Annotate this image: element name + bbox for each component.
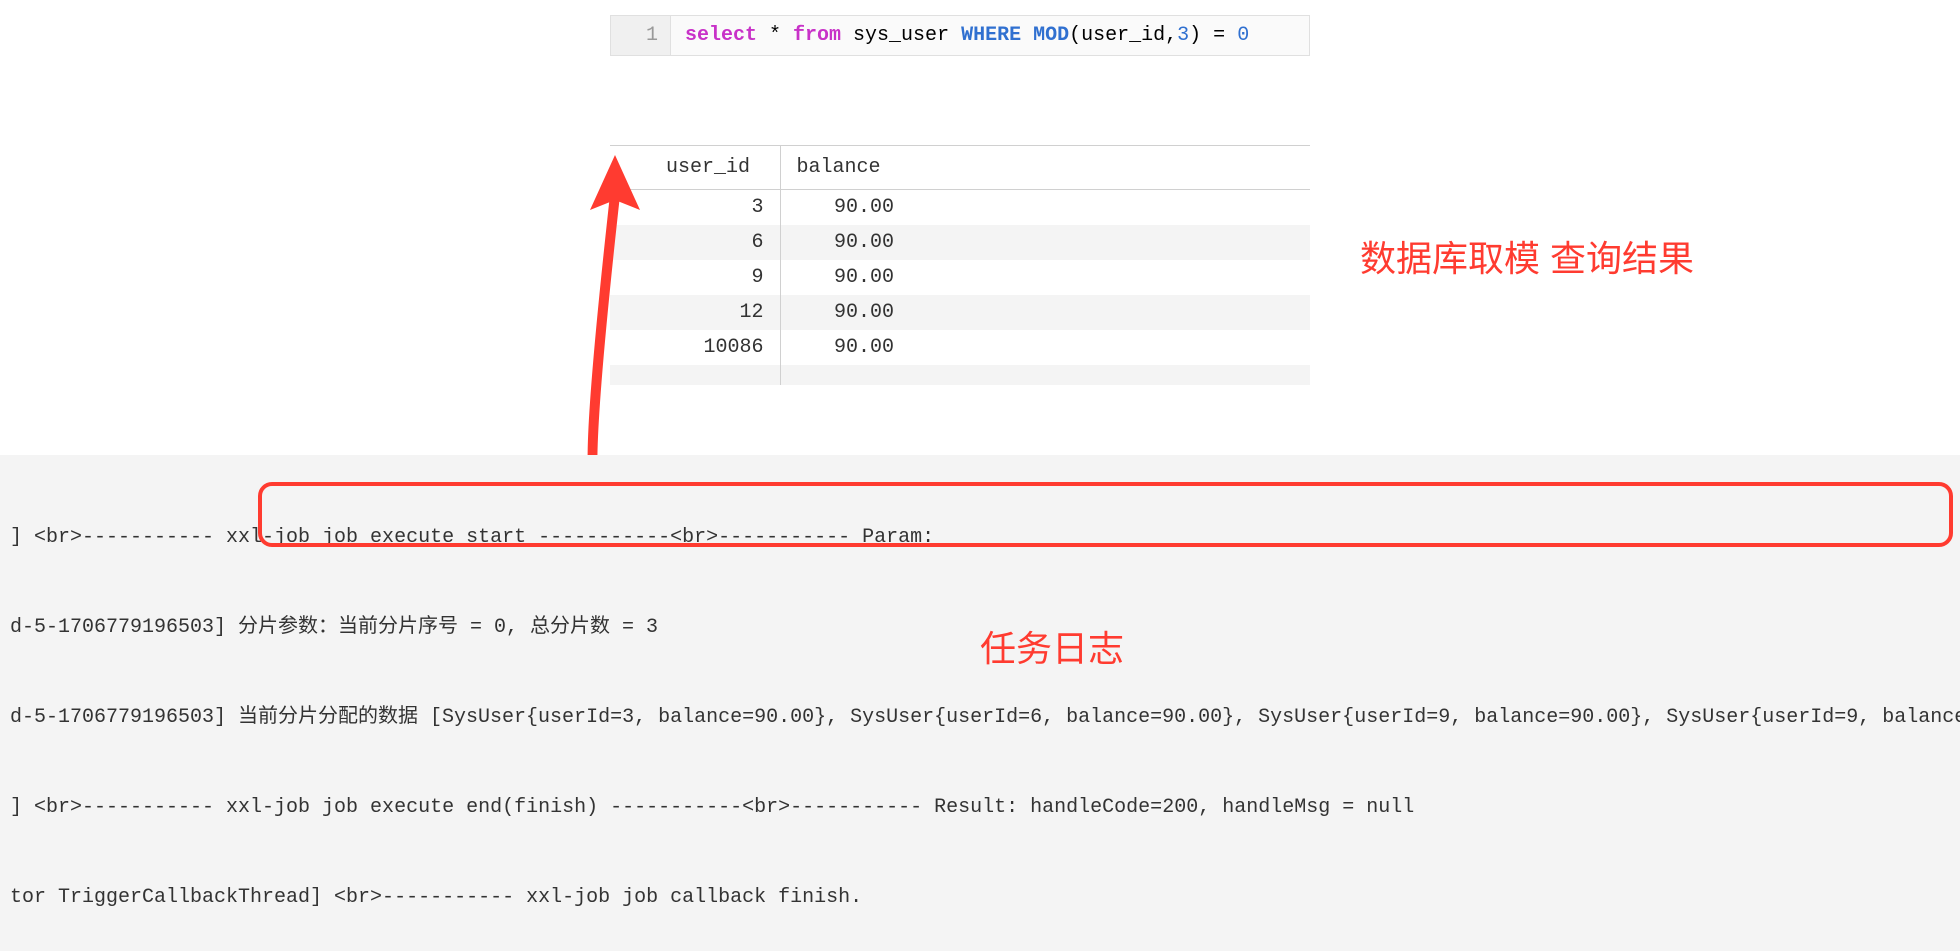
table-row: 1290.00 (610, 295, 1310, 330)
table-row (610, 365, 1310, 385)
sql-editor[interactable]: 1 select * from sys_user WHERE MOD(user_… (610, 15, 1310, 56)
sql-code[interactable]: select * from sys_user WHERE MOD(user_id… (671, 16, 1263, 55)
log-line: ] <br>----------- xxl-job job execute st… (0, 523, 1960, 553)
table-row: 990.00 (610, 260, 1310, 295)
table-header-spacer (910, 146, 1310, 190)
sql-keyword-select: select (685, 24, 757, 47)
cell-balance: 90.00 (780, 190, 910, 226)
sql-arg-num: 3 (1177, 24, 1189, 47)
log-line: ] <br>----------- xxl-job job execute en… (0, 793, 1960, 823)
cell-balance: 90.00 (780, 260, 910, 295)
sql-line-number: 1 (611, 16, 671, 55)
table-row: 1008690.00 (610, 330, 1310, 365)
annotation-task-log: 任务日志 (980, 620, 1124, 672)
table-header-balance: balance (780, 146, 910, 190)
arrow-icon (555, 155, 715, 495)
cell-balance: 90.00 (780, 225, 910, 260)
sql-keyword-mod: MOD (1033, 24, 1069, 47)
log-line: d-5-1706779196503] 当前分片分配的数据 [SysUser{us… (0, 703, 1960, 733)
cell-balance: 90.00 (780, 295, 910, 330)
table-header-row: user_id balance (610, 146, 1310, 190)
log-output[interactable]: ] <br>----------- xxl-job job execute st… (0, 455, 1960, 951)
table-row: 690.00 (610, 225, 1310, 260)
cell-balance: 90.00 (780, 330, 910, 365)
annotation-db-result: 数据库取模 查询结果 (1360, 230, 1694, 282)
sql-result-val: 0 (1237, 24, 1249, 47)
log-line: tor TriggerCallbackThread] <br>---------… (0, 883, 1960, 913)
table-row: 390.00 (610, 190, 1310, 226)
sql-star: * (757, 24, 793, 47)
sql-args-open: (user_id, (1069, 24, 1177, 47)
sql-keyword-where: WHERE (961, 24, 1021, 47)
sql-args-close: ) = (1189, 24, 1237, 47)
query-result-table: user_id balance 390.00 690.00 990.00 129… (610, 145, 1310, 385)
sql-table-name: sys_user (841, 24, 961, 47)
sql-keyword-from: from (793, 24, 841, 47)
